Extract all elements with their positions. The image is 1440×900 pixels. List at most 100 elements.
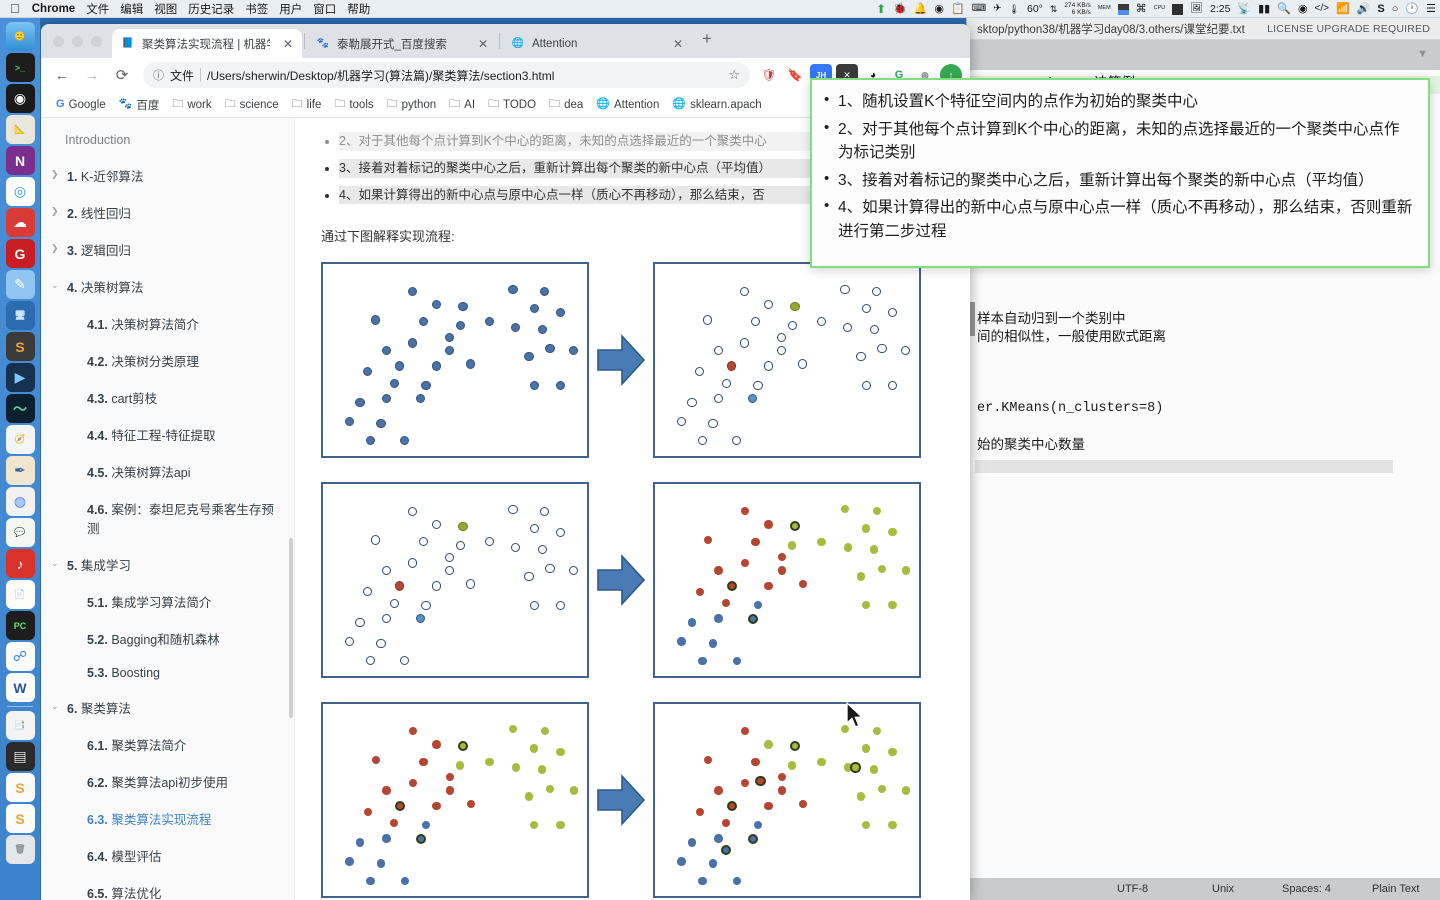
doc-sidebar-nav[interactable]: Introduction ❯ 1. K-近邻算法 ❯ 2. 线性回归 ❯ 3. … [41,118,295,900]
timemachine-icon[interactable]: 🕐 [1405,3,1419,15]
dock-item-terminal[interactable]: >_ [5,53,35,82]
adblock-extension-icon[interactable]: 🛡 [758,64,780,86]
dock-item-baidu-netdisk[interactable]: ☍ [5,642,35,671]
dock-item-notepad[interactable]: 📄 [5,580,35,609]
forward-button[interactable]: → [79,62,105,88]
chevron-down-icon[interactable]: ⌄ [51,277,61,291]
minimize-window-button[interactable] [72,35,83,47]
chevron-down-icon[interactable]: ⌄ [51,555,61,569]
dock-item-netease-music[interactable]: ♪ [5,549,35,578]
bluetooth-icon[interactable]: ⌘ [1136,3,1147,15]
sidebar-item-3[interactable]: ❯ 3. 逻辑回归 [41,231,294,268]
battery-icon[interactable]: ▮▮ [1258,3,1270,15]
dock-item-mail-rocket[interactable]: ✒ [5,456,35,485]
status-indent[interactable]: Spaces: 4 [1282,883,1331,895]
volume-icon[interactable]: 🔊 [1357,3,1371,15]
temperature-label[interactable]: 60° [1027,4,1043,15]
close-window-button[interactable] [53,35,64,47]
sidebar-item-introduction[interactable]: Introduction [41,128,294,157]
cpu-gauge-icon[interactable] [1172,3,1184,15]
maximize-window-button[interactable] [91,35,102,47]
bug-icon[interactable]: 🐞 [893,3,907,15]
bookmark-item-google[interactable]: G Google [51,97,111,113]
bookmark-folder-tools[interactable]: 🗀 tools [329,97,378,113]
chevron-down-icon[interactable]: ▼ [1417,48,1428,60]
network-arrows-icon[interactable]: ⇅ [1050,4,1058,14]
bookmark-folder-work[interactable]: 🗀 work [167,97,216,113]
dock-item-chrome[interactable]: ◍ [5,487,35,516]
control-center-icon[interactable]: ☰ [1426,3,1436,15]
menu-item-chrome[interactable]: Chrome [32,3,75,15]
sidebar-item-5-3[interactable]: 5.3. Boosting [41,657,294,689]
dock-item-remote-desktop[interactable]: 🖥 [5,301,35,330]
sidebar-item-4[interactable]: ⌄ 4. 决策树算法 [41,268,294,305]
memory-gauge-icon[interactable] [1117,3,1129,15]
bookmark-item-sklearn[interactable]: 🌐 sklearn.apach [667,97,766,113]
sidebar-item-4-2[interactable]: 4.2. 决策树分类原理 [41,342,294,379]
keyboard-input-icon[interactable]: ⌨ [972,4,986,14]
paper-plane-icon[interactable]: ✈ [993,4,1001,14]
sidebar-item-4-5[interactable]: 4.5. 决策树算法api [41,453,294,490]
sidebar-item-6-5[interactable]: 6.5. 算法优化 [41,874,294,900]
sidebar-item-5[interactable]: ⌄ 5. 集成学习 [41,546,294,583]
back-button[interactable]: ← [49,62,75,88]
wifi-icon[interactable]: 📶 [1336,3,1350,15]
bookmark-folder-ai[interactable]: 🗀 AI [444,97,480,113]
info-icon[interactable]: ⓘ [153,67,164,83]
sidebar-item-4-3[interactable]: 4.3. cart剪枝 [41,379,294,416]
sidebar-item-1[interactable]: ❯ 1. K-近邻算法 [41,157,294,194]
thermometer-icon[interactable]: 🌡 [1009,4,1020,14]
sidebar-item-4-1[interactable]: 4.1. 决策树算法简介 [41,305,294,342]
sidebar-item-5-1[interactable]: 5.1. 集成学习算法简介 [41,583,294,620]
sidebar-item-6[interactable]: ⌄ 6. 聚类算法 [41,689,294,726]
sidebar-scrollbar[interactable] [289,538,293,718]
menu-item-history[interactable]: 历史记录 [188,1,234,17]
dock-item-sublime-text[interactable]: S [5,332,35,361]
status-encoding[interactable]: UTF-8 [1117,883,1148,895]
tab-close-icon[interactable]: ✕ [667,37,683,51]
browser-tab-0[interactable]: 📘 聚类算法实现流程 | 机器学习算… ✕ [112,29,302,58]
dock-item-safari[interactable]: 🧭 [5,425,35,454]
window-controls[interactable] [49,24,112,58]
sidebar-item-6-2[interactable]: 6.2. 聚类算法api初步使用 [41,763,294,800]
dock-item-audio-editor[interactable]: 〜 [5,394,35,423]
bookmark-manager-icon[interactable]: 🔖 [784,64,806,86]
bookmark-item-attention[interactable]: 🌐 Attention [591,97,664,113]
bookmark-item-baidu[interactable]: 🐾 百度 [114,95,165,115]
dock-item-media-player[interactable]: ▶ [5,363,35,392]
menu-item-profiles[interactable]: 用户 [279,1,302,17]
sogou-input-icon[interactable]: S [1377,3,1384,15]
status-line-ending[interactable]: Unix [1212,883,1234,895]
menu-item-view[interactable]: 视图 [154,1,177,17]
dock-item-finder[interactable]: 🙂 [5,22,35,51]
bell-icon[interactable]: 🔔 [914,3,928,15]
reload-button[interactable]: ⟳ [109,62,135,88]
bookmark-folder-todo[interactable]: 🗀 TODO [483,97,541,113]
sidebar-item-6-3[interactable]: 6.3. 聚类算法实现流程 [41,800,294,837]
bookmark-folder-science[interactable]: 🗀 science [220,97,284,113]
menu-item-file[interactable]: 文件 [86,1,109,17]
star-icon[interactable]: ☆ [728,67,746,83]
menu-item-help[interactable]: 帮助 [347,1,370,17]
dock-item-docx-file[interactable]: 📑 [5,711,35,740]
status-syntax[interactable]: Plain Text [1372,883,1420,895]
airplay-icon[interactable]: 📡 [1237,3,1251,15]
chevron-right-icon[interactable]: ❯ [51,203,61,217]
tab-close-icon[interactable]: ✕ [472,37,488,51]
screenshot-icon[interactable]: 🖼 [1190,4,1203,14]
bookmark-folder-life[interactable]: 🗀 life [287,97,327,113]
dock-item-notes-sketch[interactable]: 📐 [5,115,35,144]
dock-item-onenote[interactable]: N [5,146,35,175]
dock-item-location-app[interactable]: ◎ [5,177,35,206]
siri-icon[interactable]: ◉ [1298,3,1308,15]
bookmark-folder-dea[interactable]: 🗀 dea [544,97,588,113]
dock-item-kingsoft-cloud[interactable]: ☁ [5,208,35,237]
sidebar-item-4-6[interactable]: 4.6. 案例：泰坦尼克号乘客生存预测 [41,490,294,546]
clipboard-icon[interactable]: 📋 [951,3,965,15]
clock-time[interactable]: 2:25 [1210,4,1230,15]
dock-item-word[interactable]: W [5,673,35,702]
dock-item-gitee[interactable]: G [5,239,35,268]
dock-item-obs[interactable]: ◉ [5,84,35,113]
circle-icon[interactable]: ○ [1392,3,1399,15]
network-speed-readout[interactable]: 274 KB/s 6 KB/s [1064,2,1090,17]
